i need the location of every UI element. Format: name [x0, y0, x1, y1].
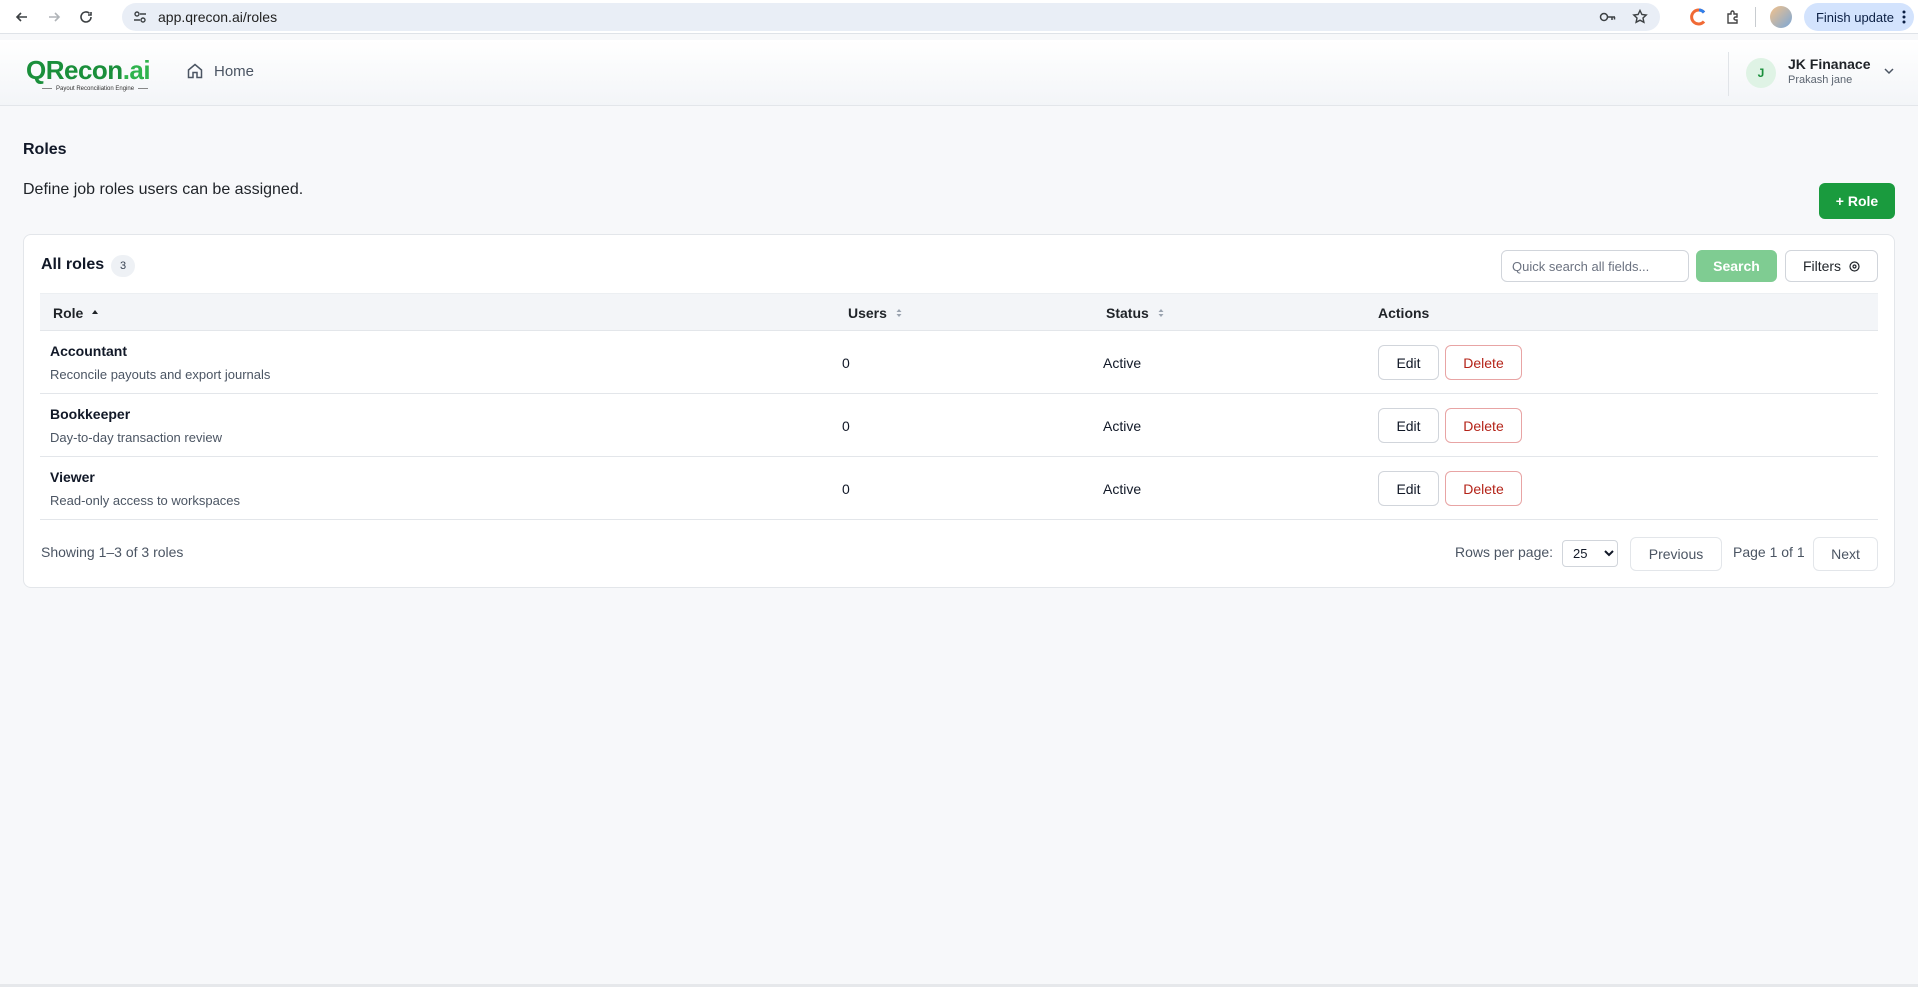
table-row: Bookkeeper Day-to-day transaction review… — [40, 394, 1878, 457]
role-users-count: 0 — [842, 418, 850, 434]
header-divider — [1728, 52, 1729, 96]
page-indicator: Page 1 of 1 — [1733, 544, 1805, 560]
delete-role-button[interactable]: Delete — [1445, 345, 1522, 380]
edit-role-button[interactable]: Edit — [1378, 345, 1439, 380]
roles-card: All roles 3 Search Filters Role Users St… — [23, 234, 1895, 588]
user-menu[interactable]: J JK Finanace Prakash jane — [1746, 56, 1896, 92]
role-name: Accountant — [50, 343, 127, 359]
next-page-button[interactable]: Next — [1813, 537, 1878, 571]
table-row: Accountant Reconcile payouts and export … — [40, 331, 1878, 394]
previous-page-button[interactable]: Previous — [1630, 537, 1722, 571]
rows-per-page-label: Rows per page: — [1455, 544, 1554, 560]
qrecon-logo[interactable]: QRecon.ai Payout Reconciliation Engine — [26, 55, 151, 96]
role-name: Viewer — [50, 469, 95, 485]
bookmark-star-icon[interactable] — [1630, 7, 1650, 27]
role-status: Active — [1103, 355, 1142, 371]
filters-label: Filters — [1802, 258, 1842, 274]
logo-tagline: Payout Reconciliation Engine — [38, 86, 152, 92]
role-description: Day-to-day transaction review — [50, 430, 222, 445]
filter-clock-icon — [1849, 260, 1860, 272]
filters-button[interactable]: Filters — [1785, 250, 1878, 282]
sort-icon — [1158, 309, 1164, 317]
page-title: Roles — [23, 141, 67, 158]
toolbar-separator — [1754, 7, 1756, 27]
column-header-actions: Actions — [1378, 305, 1429, 321]
nav-home-link[interactable]: Home — [186, 62, 254, 80]
profile-avatar[interactable] — [1769, 6, 1792, 28]
add-role-button[interactable]: + Role — [1819, 183, 1895, 219]
column-label-users: Users — [848, 305, 887, 321]
column-label-status: Status — [1106, 305, 1149, 321]
finish-update-label: Finish update — [1815, 9, 1894, 25]
delete-role-button[interactable]: Delete — [1445, 471, 1522, 506]
home-icon — [187, 63, 203, 79]
page-description: Define job roles users can be assigned. — [23, 181, 304, 198]
forward-icon[interactable] — [38, 2, 70, 32]
column-header-users[interactable]: Users — [848, 305, 903, 321]
pagination-summary: Showing 1–3 of 3 roles — [41, 544, 184, 560]
home-label: Home — [214, 62, 255, 80]
column-header-status[interactable]: Status — [1106, 305, 1165, 321]
role-status: Active — [1103, 418, 1142, 434]
edit-role-button[interactable]: Edit — [1378, 408, 1439, 443]
site-settings-icon[interactable] — [130, 7, 150, 27]
column-header-role[interactable]: Role — [53, 305, 99, 321]
url-text[interactable]: app.qrecon.ai/roles — [158, 9, 277, 25]
role-name: Bookkeeper — [50, 406, 131, 422]
app-header: QRecon.ai Payout Reconciliation Engine H… — [0, 40, 1918, 106]
roles-count-badge: 3 — [111, 255, 135, 277]
column-label-role: Role — [53, 305, 84, 321]
quick-search-input[interactable] — [1501, 250, 1689, 282]
roles-table: Role Users Status Actions Accountant Rec… — [40, 293, 1878, 520]
table-header: Role Users Status Actions — [40, 293, 1878, 331]
user-org-name: JK Finanace — [1788, 56, 1871, 72]
finish-update-button[interactable]: Finish update — [1803, 3, 1914, 31]
card-title: All roles — [41, 256, 105, 273]
extensions-puzzle-icon[interactable] — [1719, 3, 1747, 31]
sort-ascending-icon — [92, 310, 99, 314]
table-row: Viewer Read-only access to workspaces 0 … — [40, 457, 1878, 520]
reload-icon[interactable] — [70, 2, 102, 32]
back-icon[interactable] — [6, 2, 38, 32]
extension-c-icon[interactable] — [1685, 3, 1713, 31]
user-person-name: Prakash jane — [1788, 74, 1853, 86]
user-avatar: J — [1746, 58, 1776, 88]
role-description: Read-only access to workspaces — [50, 493, 241, 508]
rows-per-page-select[interactable]: 25 — [1562, 540, 1618, 567]
more-vertical-icon — [1902, 10, 1906, 24]
password-key-icon[interactable] — [1598, 7, 1618, 27]
role-users-count: 0 — [842, 355, 850, 371]
role-description: Reconcile payouts and export journals — [50, 367, 271, 382]
logo-word: QRecon — [26, 55, 123, 85]
browser-toolbar: app.qrecon.ai/roles Finish update — [0, 0, 1918, 34]
column-label-actions: Actions — [1378, 305, 1430, 321]
chevron-down-icon — [1884, 68, 1894, 75]
address-bar[interactable]: app.qrecon.ai/roles — [122, 3, 1660, 31]
search-button[interactable]: Search — [1696, 250, 1777, 282]
role-status: Active — [1103, 481, 1142, 497]
logo-suffix: .ai — [122, 55, 151, 85]
role-users-count: 0 — [842, 481, 850, 497]
edit-role-button[interactable]: Edit — [1378, 471, 1439, 506]
delete-role-button[interactable]: Delete — [1445, 408, 1522, 443]
sort-icon — [896, 309, 902, 317]
